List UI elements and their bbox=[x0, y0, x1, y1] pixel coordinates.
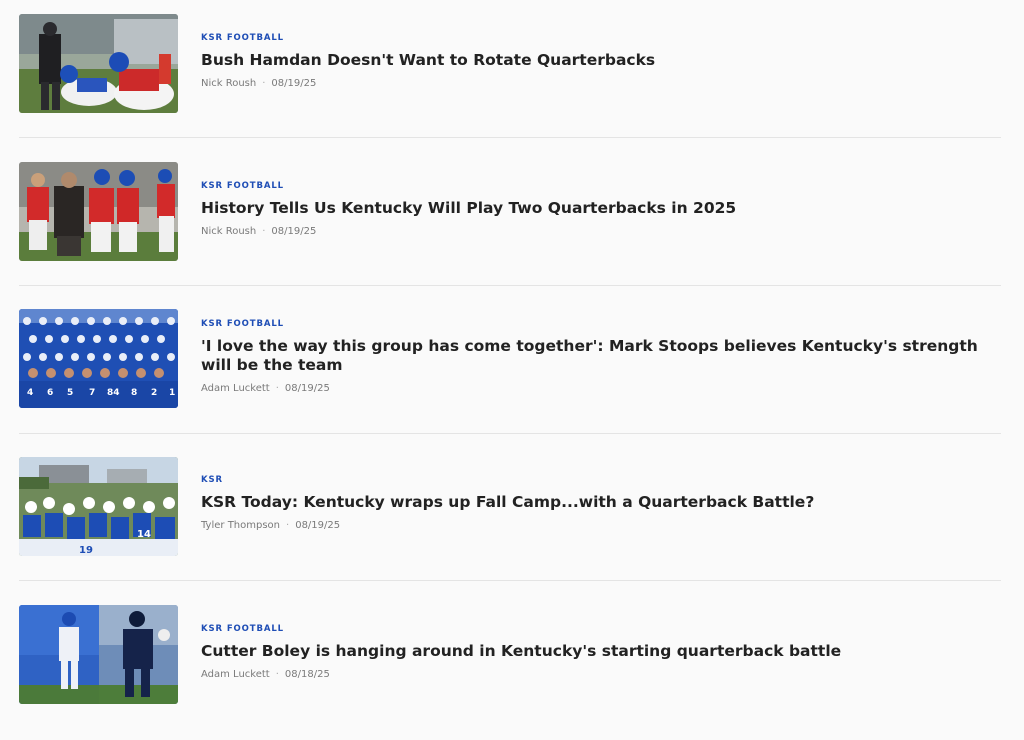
category-link[interactable]: KSR FOOTBALL bbox=[201, 318, 1001, 330]
article-title-link[interactable]: Cutter Boley is hanging around in Kentuc… bbox=[201, 642, 991, 661]
article-meta: Tyler Thompson · 08/19/25 bbox=[201, 519, 1001, 533]
author-link[interactable]: Adam Luckett bbox=[201, 669, 270, 680]
meta-separator: · bbox=[262, 226, 266, 237]
article-meta: Adam Luckett · 08/18/25 bbox=[201, 668, 1001, 682]
svg-text:2: 2 bbox=[151, 388, 157, 398]
article-date: 08/19/25 bbox=[284, 383, 330, 394]
article-meta: Adam Luckett · 08/19/25 bbox=[201, 382, 1001, 396]
author-link[interactable]: Tyler Thompson bbox=[201, 520, 280, 531]
article-title-link[interactable]: Bush Hamdan Doesn't Want to Rotate Quart… bbox=[201, 51, 991, 70]
article-date: 08/18/25 bbox=[284, 669, 330, 680]
cutter-boley-photo bbox=[19, 605, 178, 704]
svg-text:84: 84 bbox=[107, 388, 120, 398]
article-thumbnail[interactable] bbox=[19, 14, 178, 113]
article-date: 08/19/25 bbox=[271, 78, 317, 89]
meta-separator: · bbox=[275, 383, 279, 394]
quarterback-practice-photo bbox=[19, 14, 178, 113]
article-title-link[interactable]: 'I love the way this group has come toge… bbox=[201, 337, 991, 375]
team-huddle-photo: 1914 bbox=[19, 457, 178, 556]
article-date: 08/19/25 bbox=[295, 520, 341, 531]
svg-text:8: 8 bbox=[131, 388, 137, 398]
category-link[interactable]: KSR FOOTBALL bbox=[201, 180, 1001, 192]
article-item: 4 6 5 7 84 8 2 1 KSR FOOTBALL 'I love the way t… bbox=[19, 296, 1001, 444]
article-divider bbox=[19, 580, 1001, 581]
article-date: 08/19/25 bbox=[271, 226, 317, 237]
svg-text:7: 7 bbox=[89, 388, 95, 398]
meta-separator: · bbox=[286, 520, 290, 531]
meta-separator: · bbox=[275, 669, 279, 680]
author-link[interactable]: Adam Luckett bbox=[201, 383, 270, 394]
quarterbacks-with-coach-photo bbox=[19, 162, 178, 261]
article-divider bbox=[19, 433, 1001, 434]
article-meta: Nick Roush · 08/19/25 bbox=[201, 77, 1001, 91]
category-link[interactable]: KSR FOOTBALL bbox=[201, 32, 1001, 44]
svg-text:14: 14 bbox=[137, 529, 151, 540]
article-thumbnail[interactable] bbox=[19, 605, 178, 704]
article-meta: Nick Roush · 08/19/25 bbox=[201, 225, 1001, 239]
article-divider bbox=[19, 285, 1001, 286]
article-title-link[interactable]: KSR Today: Kentucky wraps up Fall Camp..… bbox=[201, 493, 991, 512]
author-link[interactable]: Nick Roush bbox=[201, 78, 256, 89]
svg-text:6: 6 bbox=[47, 388, 53, 398]
category-link[interactable]: KSR bbox=[201, 474, 1001, 486]
svg-text:4: 4 bbox=[27, 388, 33, 398]
article-item: KSR FOOTBALL Bush Hamdan Doesn't Want to… bbox=[19, 0, 1001, 148]
category-link[interactable]: KSR FOOTBALL bbox=[201, 623, 1001, 635]
article-item: 19 14 KSR KSR Today: Kentucky wraps up Fa… bbox=[19, 444, 1001, 592]
team-photo: 4 6 5 7 84 8 2 1 bbox=[19, 309, 178, 408]
article-thumbnail[interactable]: 19 14 bbox=[19, 457, 178, 556]
article-item: KSR FOOTBALL History Tells Us Kentucky W… bbox=[19, 148, 1001, 296]
author-link[interactable]: Nick Roush bbox=[201, 226, 256, 237]
svg-text:19: 19 bbox=[79, 545, 93, 556]
svg-text:5: 5 bbox=[67, 388, 73, 398]
article-title-link[interactable]: History Tells Us Kentucky Will Play Two … bbox=[201, 199, 991, 218]
article-thumbnail[interactable] bbox=[19, 162, 178, 261]
meta-separator: · bbox=[262, 78, 266, 89]
svg-text:1: 1 bbox=[169, 388, 175, 398]
article-divider bbox=[19, 137, 1001, 138]
article-item: KSR FOOTBALL Cutter Boley is hanging aro… bbox=[19, 592, 1001, 740]
article-thumbnail[interactable]: 4 6 5 7 84 8 2 1 bbox=[19, 309, 178, 408]
